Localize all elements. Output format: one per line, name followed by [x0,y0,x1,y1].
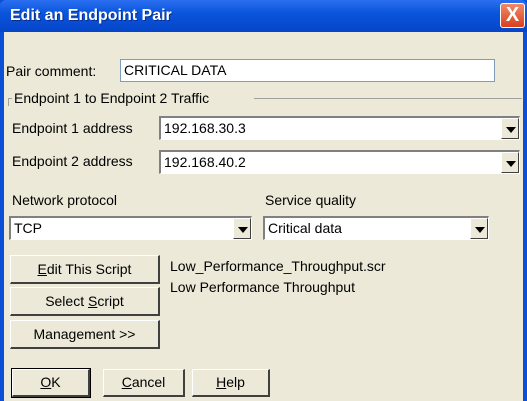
pair-comment-input[interactable]: CRITICAL DATA [120,59,495,82]
endpoint2-value: 192.168.40.2 [164,154,246,170]
ok-label: K [51,374,61,390]
ok-button[interactable]: OK [11,368,91,398]
help-mnemonic: H [216,374,227,390]
cancel-button[interactable]: Cancel [103,369,185,397]
endpoint2-label: Endpoint 2 address [12,153,133,169]
select-script-mnemonic: S [88,293,98,309]
management-button[interactable]: Management >> [10,320,160,349]
dialog-window: Edit an Endpoint Pair X Pair comment: CR… [0,0,527,401]
chevron-down-icon[interactable] [233,218,251,239]
dialog-body: Pair comment: CRITICAL DATA Endpoint 1 t… [4,32,523,401]
traffic-group-label: Endpoint 1 to Endpoint 2 Traffic [14,90,210,106]
dialog-button-bar: OK Cancel Help [4,363,523,401]
management-label: Management [33,326,116,342]
group-border-left [8,98,9,106]
endpoint2-combobox[interactable]: 192.168.40.2 [159,150,520,174]
pair-comment-label: Pair comment: [6,63,97,79]
service-quality-label: Service quality [265,192,357,208]
select-script-label: Select [45,293,88,309]
title-bar[interactable]: Edit an Endpoint Pair X [0,0,527,32]
service-quality-value: Critical data [268,220,342,236]
endpoint1-combobox[interactable]: 192.168.30.3 [159,116,520,140]
cancel-label: ancel [131,374,166,390]
service-quality-select[interactable]: Critical data [263,216,489,240]
network-protocol-value: TCP [14,220,42,236]
script-description: Low Performance Throughput [170,279,355,295]
cancel-mnemonic: C [121,374,132,390]
select-script-button[interactable]: Select Script [10,287,160,316]
script-filename: Low_Performance_Throughput.scr [170,258,386,274]
edit-script-button[interactable]: Edit This Script [10,255,160,284]
group-border-top-right [254,98,522,99]
edit-script-mnemonic: E [37,261,47,277]
window-title: Edit an Endpoint Pair [10,7,172,24]
network-protocol-select[interactable]: TCP [9,216,252,240]
endpoint1-label: Endpoint 1 address [12,120,133,136]
help-label: elp [226,374,245,390]
chevron-down-icon[interactable] [470,218,488,239]
chevron-down-icon[interactable] [501,118,519,139]
close-icon[interactable]: X [500,3,525,28]
help-button[interactable]: Help [192,369,270,397]
management-chevrons: >> [115,326,136,342]
chevron-down-icon[interactable] [501,152,519,173]
network-protocol-label: Network protocol [12,192,118,208]
edit-script-label: dit This Script [46,261,132,277]
select-script-label-rest: cript [97,293,124,309]
endpoint1-value: 192.168.30.3 [164,120,246,136]
ok-mnemonic: O [40,374,52,390]
